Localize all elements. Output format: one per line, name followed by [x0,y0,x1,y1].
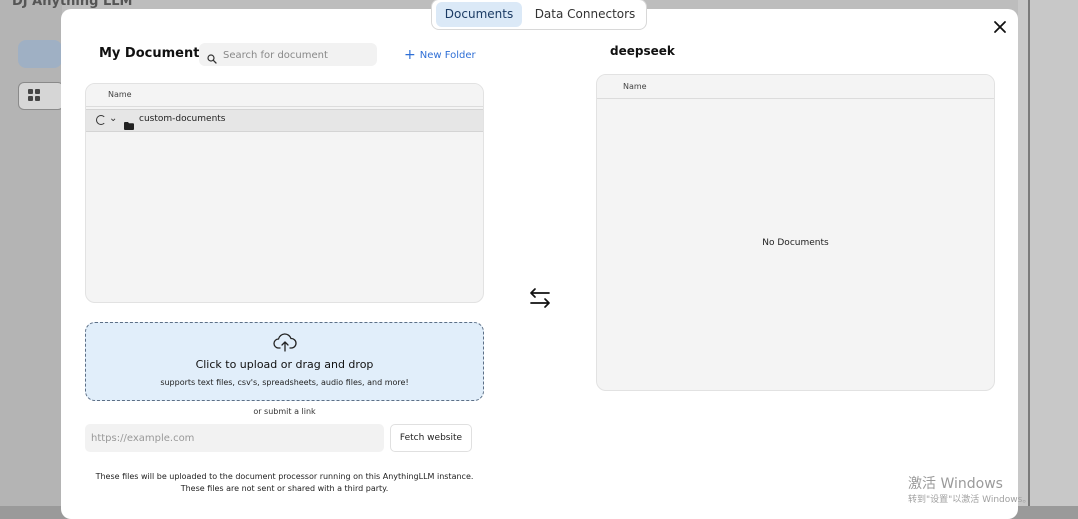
table-row[interactable]: ⌄ custom-documents [86,109,483,132]
grid-icon [28,89,40,101]
folder-icon [124,115,134,130]
disclaimer-line-2: These files are not sent or shared with … [180,484,389,493]
search-input[interactable] [221,46,375,65]
swap-arrows-icon[interactable] [527,285,553,311]
select-radio[interactable] [96,115,106,125]
table-header: Name [86,84,483,107]
search-box [199,43,377,66]
windows-watermark-subtitle: 转到"设置"以激活 Windows。 [908,495,1032,505]
upload-title: Click to upload or drag and drop [195,358,374,371]
background-app-title: DJ Anything LLM [12,0,133,9]
url-input[interactable] [85,424,384,452]
column-header-name: Name [108,90,132,99]
my-documents-title: My Documents [99,46,208,61]
plus-icon: + [404,47,416,63]
background-right-panel [1018,0,1078,506]
close-icon[interactable] [992,19,1008,35]
tab-documents[interactable]: Documents [436,2,522,27]
folder-name: custom-documents [139,114,226,124]
new-folder-button[interactable]: + New Folder [404,47,476,63]
fetch-website-button[interactable]: Fetch website [390,424,472,452]
upload-dropzone[interactable]: Click to upload or drag and drop support… [85,322,484,401]
my-documents-table: Name ⌄ custom-documents [85,83,484,303]
background-workspace-item [18,82,64,110]
empty-state-text: No Documents [762,238,829,248]
column-header-name: Name [623,82,647,91]
chevron-down-icon[interactable]: ⌄ [109,113,117,124]
table-header: Name [597,75,994,99]
new-folder-label: New Folder [419,50,476,61]
workspace-title: deepseek [610,44,675,58]
disclaimer-line-1: These files will be uploaded to the docu… [95,472,474,481]
tab-data-connectors[interactable]: Data Connectors [530,2,640,27]
background-divider [1028,0,1030,506]
search-icon [207,49,217,64]
windows-watermark-title: 激活 Windows [908,476,1003,492]
modal-tabs: Documents Data Connectors [431,0,647,30]
or-submit-link-label: or submit a link [253,407,316,416]
upload-subtitle: supports text files, csv's, spreadsheets… [160,378,409,387]
cloud-upload-icon [273,333,297,353]
workspace-documents-table: Name No Documents [596,74,995,391]
background-sidebar [0,0,62,506]
background-button [18,40,62,68]
